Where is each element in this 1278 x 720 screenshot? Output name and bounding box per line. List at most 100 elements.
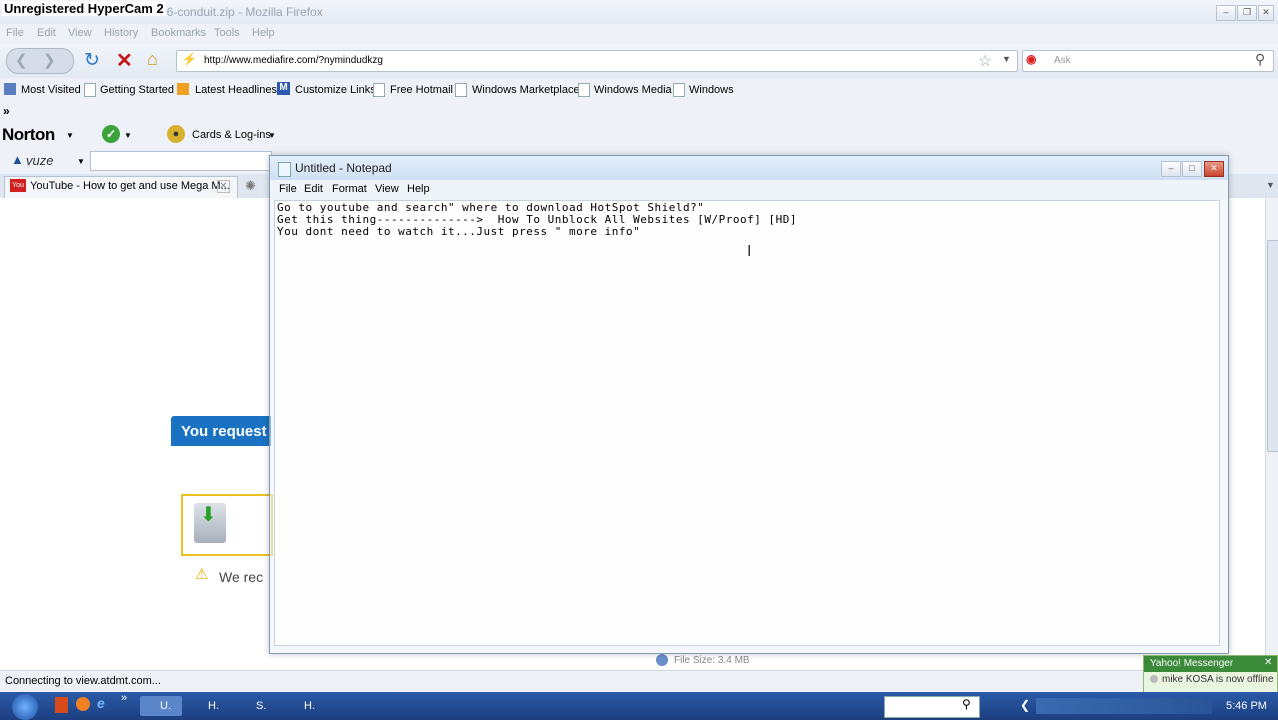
notepad-icon bbox=[278, 162, 291, 177]
firefox-minimize-button[interactable]: – bbox=[1216, 5, 1236, 21]
rss-icon bbox=[177, 83, 189, 95]
ask-engine-icon[interactable]: ◉ bbox=[1026, 52, 1036, 66]
yahoo-popup-title: Yahoo! Messenger bbox=[1150, 658, 1234, 669]
ie-quicklaunch-icon[interactable]: e bbox=[97, 695, 105, 711]
search-icon[interactable]: ⚲ bbox=[1255, 51, 1265, 68]
tab-close-icon[interactable]: ✕ bbox=[217, 180, 230, 193]
vuze-label[interactable]: vuze bbox=[26, 153, 53, 168]
home-icon[interactable]: ⌂ bbox=[147, 49, 158, 70]
norton-status-dropdown-icon[interactable]: ▼ bbox=[124, 131, 132, 140]
bookmark-customize-links[interactable]: Customize Links bbox=[295, 84, 376, 96]
cards-dropdown-icon[interactable]: ▼ bbox=[268, 131, 276, 140]
notepad-title-bar[interactable] bbox=[270, 156, 1228, 180]
firefox-window-title: 76-conduit.zip - Mozilla Firefox bbox=[160, 5, 323, 19]
menu-bookmarks[interactable]: Bookmarks bbox=[151, 27, 206, 39]
tray-expand-icon[interactable]: ❮ bbox=[1020, 698, 1030, 712]
quicklaunch-app-icon[interactable] bbox=[55, 697, 68, 713]
notepad-window[interactable]: Untitled - Notepad – □ ✕ File Edit Forma… bbox=[269, 155, 1229, 654]
file-info-icon bbox=[656, 654, 668, 666]
notepad-menu-format[interactable]: Format bbox=[332, 183, 367, 195]
notepad-title: Untitled - Notepad bbox=[295, 161, 392, 175]
stop-icon[interactable]: ✕ bbox=[116, 48, 133, 73]
page-icon bbox=[578, 83, 590, 97]
menu-history[interactable]: History bbox=[104, 27, 138, 39]
yahoo-close-icon[interactable]: ✕ bbox=[1264, 657, 1272, 668]
bookmark-windows[interactable]: Windows bbox=[689, 84, 734, 96]
yahoo-popup-message: mike KOSA is now offline bbox=[1162, 674, 1274, 685]
notepad-menu-file[interactable]: File bbox=[279, 183, 297, 195]
notepad-menu-edit[interactable]: Edit bbox=[304, 183, 323, 195]
cards-logins-menu[interactable]: Cards & Log-ins bbox=[192, 129, 271, 141]
vuze-dropdown-icon[interactable]: ▼ bbox=[77, 157, 85, 166]
menu-view[interactable]: View bbox=[68, 27, 92, 39]
msn-icon: M bbox=[277, 82, 290, 95]
download-icon[interactable]: ⬇ bbox=[194, 503, 226, 543]
firefox-quicklaunch-icon[interactable] bbox=[76, 697, 90, 711]
text-cursor-icon: I bbox=[747, 243, 752, 260]
taskbar-chevron[interactable]: » bbox=[121, 692, 127, 704]
hypercam-watermark: Unregistered HyperCam 2 bbox=[2, 1, 166, 16]
notepad-menu-help[interactable]: Help bbox=[407, 183, 430, 195]
search-placeholder[interactable]: Ask bbox=[1054, 55, 1071, 66]
firefox-restore-button[interactable]: ❐ bbox=[1237, 5, 1257, 21]
bookmark-most-visited[interactable]: Most Visited bbox=[21, 84, 81, 96]
forward-icon[interactable]: ❯ bbox=[43, 51, 56, 69]
taskbar-task-firefox[interactable]: H. bbox=[188, 696, 230, 716]
download-arrow-icon: ⬇ bbox=[200, 504, 217, 526]
offline-status-icon bbox=[1150, 675, 1158, 683]
back-forward-group: ❮ ❯ bbox=[6, 48, 74, 74]
notepad-minimize-button[interactable]: – bbox=[1161, 161, 1181, 177]
bookmark-latest-headlines[interactable]: Latest Headlines bbox=[195, 84, 277, 96]
vuze-search-input[interactable] bbox=[90, 151, 272, 171]
norton-logo[interactable]: Norton bbox=[2, 125, 55, 145]
taskbar-task-hypercam[interactable]: H. bbox=[284, 696, 326, 716]
notepad-close-button[interactable]: ✕ bbox=[1204, 161, 1224, 177]
system-tray-icons[interactable] bbox=[1036, 698, 1212, 714]
url-dropdown-icon[interactable]: ▼ bbox=[1002, 54, 1011, 64]
notepad-text-area[interactable]: Go to youtube and search" where to downl… bbox=[274, 200, 1220, 646]
warning-text: We rec bbox=[219, 569, 264, 585]
menu-tools[interactable]: Tools bbox=[214, 27, 240, 39]
most-visited-icon bbox=[4, 83, 16, 95]
start-button[interactable] bbox=[12, 694, 38, 720]
norton-status-check-icon[interactable]: ✓ bbox=[102, 125, 120, 143]
lock-icon: ● bbox=[167, 125, 185, 143]
bookmark-star-icon[interactable]: ☆ bbox=[978, 51, 992, 71]
back-icon[interactable]: ❮ bbox=[15, 51, 28, 69]
page-scrollbar-thumb[interactable] bbox=[1267, 240, 1278, 452]
bookmark-windows-marketplace[interactable]: Windows Marketplace bbox=[472, 84, 580, 96]
bookmark-windows-media[interactable]: Windows Media bbox=[594, 84, 672, 96]
notepad-menu-view[interactable]: View bbox=[375, 183, 399, 195]
norton-dropdown-icon[interactable]: ▼ bbox=[66, 131, 74, 140]
status-text: Connecting to view.atdmt.com... bbox=[5, 675, 161, 687]
firefox-close-button[interactable]: ✕ bbox=[1258, 5, 1274, 21]
bookmark-getting-started[interactable]: Getting Started bbox=[100, 84, 174, 96]
reload-icon[interactable]: ↻ bbox=[84, 49, 100, 72]
toolbar-chevron[interactable]: » bbox=[3, 104, 10, 118]
taskbar-search-icon[interactable]: ⚲ bbox=[962, 697, 971, 711]
menu-edit[interactable]: Edit bbox=[37, 27, 56, 39]
loading-spinner-icon: ✺ bbox=[245, 178, 256, 193]
tab-list-icon[interactable]: ▼ bbox=[1266, 180, 1275, 190]
taskbar-task-s[interactable]: S. bbox=[236, 696, 278, 716]
page-scrollbar[interactable] bbox=[1265, 198, 1278, 670]
site-identity-icon[interactable]: ⚡ bbox=[182, 52, 197, 66]
notepad-line-3: You dont need to watch it...Just press "… bbox=[277, 225, 641, 238]
notepad-maximize-button[interactable]: □ bbox=[1182, 161, 1202, 177]
page-icon bbox=[673, 83, 685, 97]
banner-text: You request bbox=[181, 423, 267, 440]
warning-icon: ⚠ bbox=[195, 566, 209, 583]
file-size-text: File Size: 3.4 MB bbox=[674, 655, 750, 666]
page-icon bbox=[373, 83, 385, 97]
youtube-favicon-icon: You bbox=[10, 179, 26, 192]
bookmark-free-hotmail[interactable]: Free Hotmail bbox=[390, 84, 453, 96]
taskbar-task-notepad[interactable]: U. bbox=[140, 696, 182, 716]
vuze-logo-icon: ▲ bbox=[11, 152, 24, 167]
menu-help[interactable]: Help bbox=[252, 27, 275, 39]
taskbar-clock: 5:46 PM bbox=[1226, 700, 1267, 712]
url-text[interactable]: http://www.mediafire.com/?nymindudkzg bbox=[204, 55, 383, 66]
status-bar bbox=[0, 670, 1278, 693]
menu-file[interactable]: File bbox=[6, 27, 24, 39]
page-icon bbox=[455, 83, 467, 97]
tab-title[interactable]: YouTube - How to get and use Mega M... bbox=[30, 180, 230, 192]
